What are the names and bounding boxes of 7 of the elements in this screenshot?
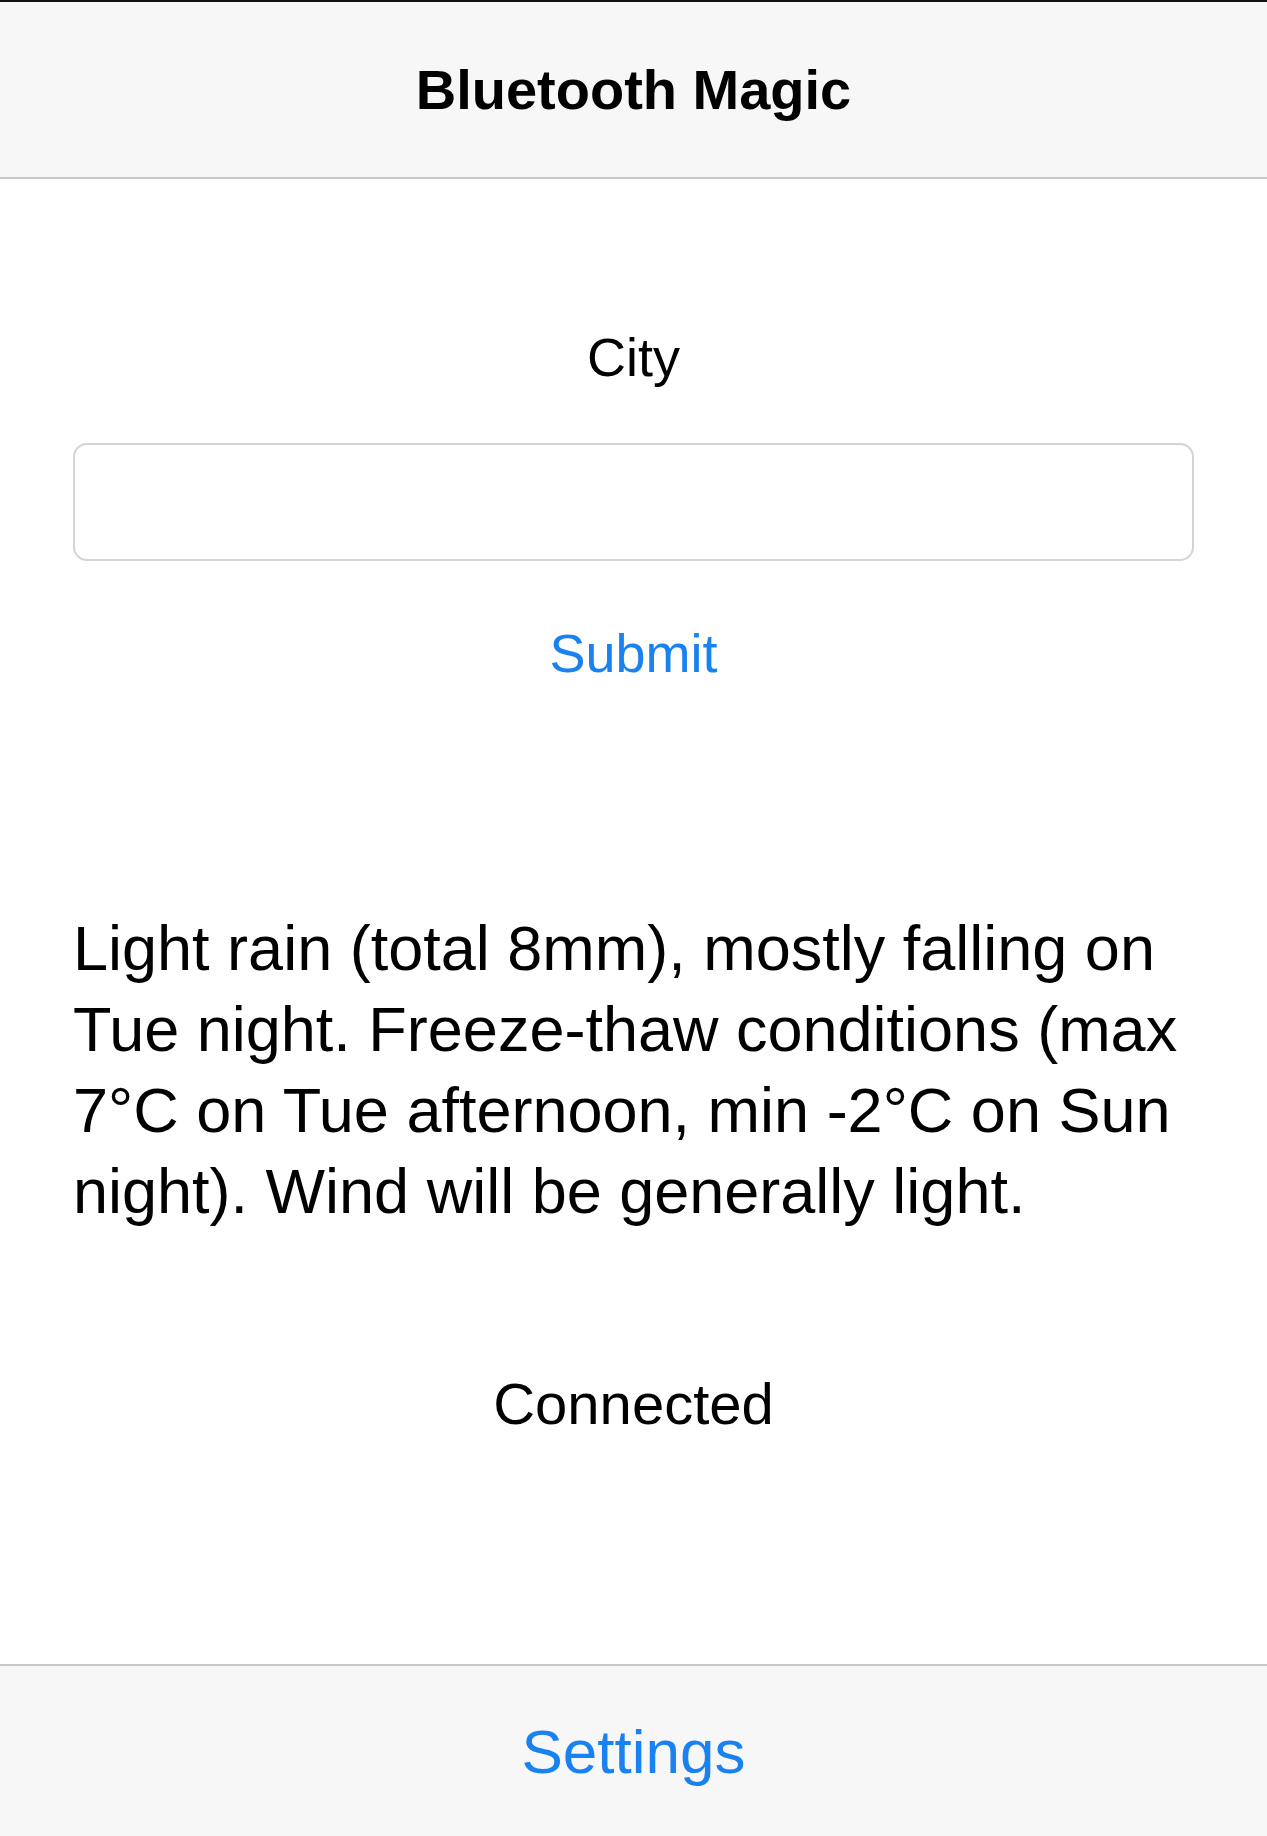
connection-status: Connected [493,1373,774,1435]
forecast-text: Light rain (total 8mm), mostly falling on Tue night. Freeze-thaw conditions (max 7°C on Tue afternoon, min -2°C on Sun night). Wind will be generally light. [73,912,1179,1228]
submit-button[interactable]: Submit [549,622,718,684]
settings-tab[interactable]: Settings [521,1715,746,1787]
city-input-field[interactable] [73,443,1194,561]
nav-title: Bluetooth Magic [415,57,852,122]
city-label: City [587,326,680,388]
